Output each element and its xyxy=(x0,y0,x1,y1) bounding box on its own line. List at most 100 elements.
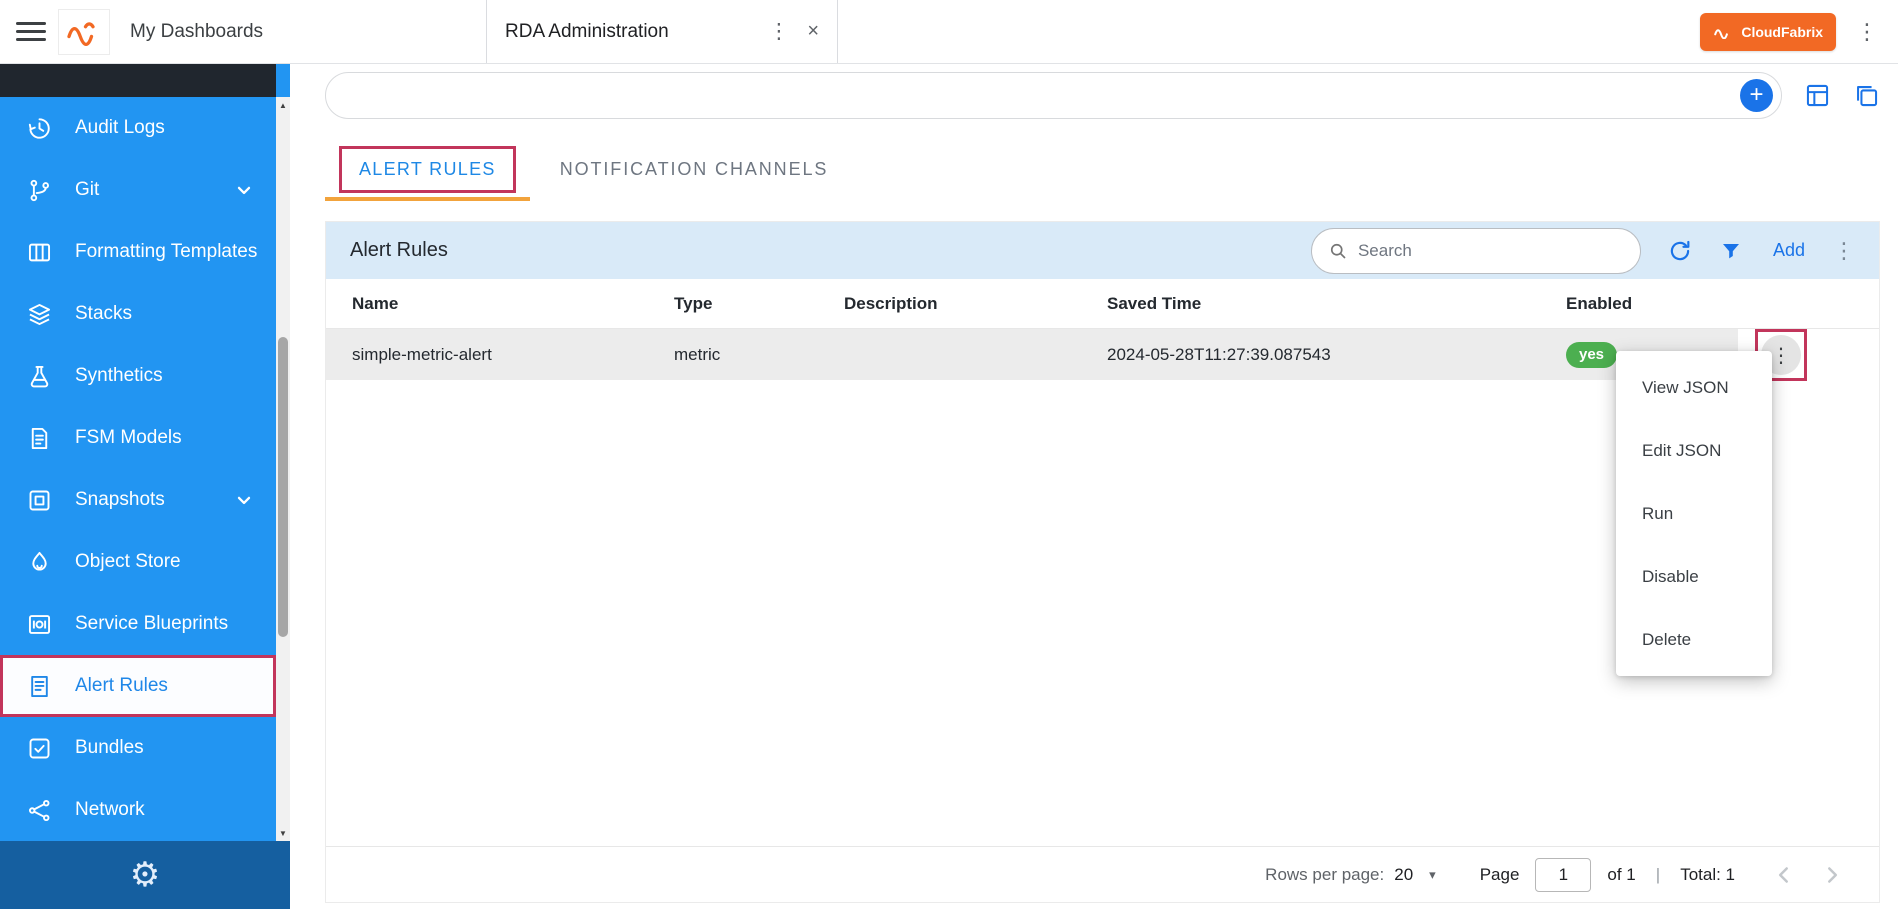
page-of-label: of 1 xyxy=(1607,865,1635,885)
cloudfabrix-logo xyxy=(58,9,110,55)
total-label: Total: 1 xyxy=(1680,865,1735,885)
refresh-icon[interactable] xyxy=(1667,238,1693,264)
sidebar-item-stacks[interactable]: Stacks xyxy=(0,283,276,345)
dashboard-grid-icon[interactable] xyxy=(1804,82,1831,109)
chevron-down-icon xyxy=(234,180,254,200)
sidebar-item-alert-rules[interactable]: Alert Rules xyxy=(0,655,276,717)
menu-item-run[interactable]: Run xyxy=(1616,482,1772,545)
blueprint-icon xyxy=(26,611,53,638)
page-number-input[interactable] xyxy=(1535,858,1591,892)
tab-close-icon[interactable]: × xyxy=(801,20,825,43)
switch-dashboard-icon[interactable] xyxy=(1853,82,1880,109)
tabs-row: ALERT RULES NOTIFICATION CHANNELS xyxy=(325,137,1880,201)
topbar-kebab-icon[interactable]: ⋮ xyxy=(1852,19,1882,45)
sidebar-item-service-blueprints[interactable]: Service Blueprints xyxy=(0,593,276,655)
chevron-right-icon[interactable] xyxy=(1819,862,1845,888)
filter-icon[interactable] xyxy=(1719,239,1743,263)
document-icon xyxy=(26,425,53,452)
header-icons xyxy=(1804,82,1880,109)
sidebar-item-formatting-templates[interactable]: Formatting Templates xyxy=(0,221,276,283)
panel-kebab-icon[interactable]: ⋮ xyxy=(1833,238,1855,264)
sidebar-item-network[interactable]: Network xyxy=(0,779,276,841)
search-icon xyxy=(1328,241,1348,261)
tab-alert-rules[interactable]: ALERT RULES xyxy=(325,137,530,201)
table-header-row: Name Type Description Saved Time Enabled xyxy=(326,279,1879,329)
column-header-enabled: Enabled xyxy=(1566,294,1743,314)
snapshot-icon xyxy=(26,487,53,514)
chevron-down-icon xyxy=(234,490,254,510)
add-button[interactable]: Add xyxy=(1773,240,1805,261)
sidebar-item-label: Git xyxy=(75,179,99,201)
body-row: Audit Logs Git Formatting Templates xyxy=(0,64,1898,909)
column-header-type: Type xyxy=(674,294,844,314)
brand-wave-icon xyxy=(1713,25,1733,39)
sidebar-item-label: Object Store xyxy=(75,551,181,573)
menu-item-delete[interactable]: Delete xyxy=(1616,608,1772,671)
sidebar-item-git[interactable]: Git xyxy=(0,159,276,221)
tab-kebab-icon[interactable]: ⋮ xyxy=(758,19,799,44)
sidebar-item-snapshots[interactable]: Snapshots xyxy=(0,469,276,531)
table-search-bar xyxy=(1311,228,1641,274)
sidebar-item-label: Audit Logs xyxy=(75,117,165,139)
rows-per-page-select[interactable]: 20 xyxy=(1394,865,1413,885)
sidebar-footer: ⚙ xyxy=(0,841,290,909)
sidebar: Audit Logs Git Formatting Templates xyxy=(0,64,290,909)
sidebar-item-label: Service Blueprints xyxy=(75,613,228,635)
logo-wave-icon xyxy=(66,18,102,46)
sidebar-scrolled-strip xyxy=(0,64,276,97)
sidebar-scrollbar[interactable]: ▲ ▼ xyxy=(276,97,290,841)
cell-name: simple-metric-alert xyxy=(352,345,674,365)
sidebar-item-label: Snapshots xyxy=(75,489,165,511)
sidebar-item-label: Formatting Templates xyxy=(75,241,257,263)
scroll-up-arrow[interactable]: ▲ xyxy=(276,98,290,112)
pagination-separator: | xyxy=(1656,865,1660,885)
menu-item-view-json[interactable]: View JSON xyxy=(1616,356,1772,419)
enabled-badge: yes xyxy=(1566,342,1617,368)
history-icon xyxy=(26,115,53,142)
sidebar-item-fsm-models[interactable]: FSM Models xyxy=(0,407,276,469)
layers-icon xyxy=(26,301,53,328)
sidebar-item-label: Synthetics xyxy=(75,365,163,387)
scroll-down-arrow[interactable]: ▼ xyxy=(276,826,290,840)
global-search-row: + xyxy=(325,72,1880,119)
cloudfabrix-brand-badge: CloudFabrix xyxy=(1700,13,1836,51)
sidebar-item-audit-logs[interactable]: Audit Logs xyxy=(0,97,276,159)
alert-rules-doc-icon xyxy=(26,673,53,700)
topbar-left: My Dashboards xyxy=(0,9,486,55)
global-filter-input[interactable] xyxy=(346,73,1740,118)
panel-title: Alert Rules xyxy=(350,239,448,262)
sidebar-item-bundles[interactable]: Bundles xyxy=(0,717,276,779)
chevron-left-icon[interactable] xyxy=(1771,862,1797,888)
rows-per-page-label: Rows per page: xyxy=(1265,865,1384,885)
global-filter-bar: + xyxy=(325,72,1782,119)
table-search-input[interactable] xyxy=(1358,241,1624,261)
cell-saved-time: 2024-05-28T11:27:39.087543 xyxy=(1107,345,1566,365)
template-grid-icon xyxy=(26,239,53,266)
sidebar-item-label: Alert Rules xyxy=(75,675,168,697)
menu-item-edit-json[interactable]: Edit JSON xyxy=(1616,419,1772,482)
tab-notification-channels[interactable]: NOTIFICATION CHANNELS xyxy=(560,159,829,180)
cell-type: metric xyxy=(674,345,844,365)
topbar-right: CloudFabrix ⋮ xyxy=(1700,13,1898,51)
git-branch-icon xyxy=(26,177,53,204)
sidebar-item-label: FSM Models xyxy=(75,427,182,449)
column-header-name: Name xyxy=(352,294,674,314)
flame-icon xyxy=(26,549,53,576)
bundle-check-icon xyxy=(26,735,53,762)
sidebar-item-synthetics[interactable]: Synthetics xyxy=(0,345,276,407)
sidebar-item-label: Bundles xyxy=(75,737,144,759)
panel-header: Alert Rules Add ⋮ xyxy=(326,222,1879,279)
menu-item-disable[interactable]: Disable xyxy=(1616,545,1772,608)
dashboard-tab[interactable]: RDA Administration ⋮ × xyxy=(486,0,838,63)
add-circle-button[interactable]: + xyxy=(1740,79,1773,112)
annotation-box-tab: ALERT RULES xyxy=(339,146,516,193)
hamburger-menu-icon[interactable] xyxy=(16,22,46,41)
sidebar-item-object-store[interactable]: Object Store xyxy=(0,531,276,593)
caret-down-icon[interactable]: ▾ xyxy=(1429,867,1436,883)
context-menu: View JSON Edit JSON Run Disable Delete xyxy=(1616,351,1772,676)
scrollbar-thumb[interactable] xyxy=(278,337,288,637)
dashboard-tab-title: RDA Administration xyxy=(505,21,758,43)
brand-label: CloudFabrix xyxy=(1741,24,1823,40)
settings-gear-icon[interactable]: ⚙ xyxy=(130,858,160,892)
app-root: My Dashboards RDA Administration ⋮ × Clo… xyxy=(0,0,1898,909)
